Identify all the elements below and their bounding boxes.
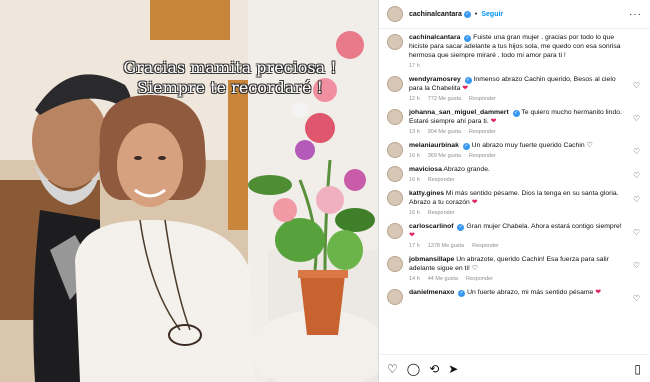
comment-username[interactable]: johanna_san_miguel_dammert — [409, 109, 509, 116]
reply-button[interactable]: Responder — [428, 210, 455, 216]
avatar[interactable] — [387, 76, 403, 92]
avatar[interactable] — [387, 190, 403, 206]
verified-badge-icon: ✓ — [512, 110, 520, 117]
comment-username[interactable]: danielmenaxo — [409, 289, 454, 296]
instagram-post: Gracias mamita preciosa ! Siempre te rec… — [0, 0, 650, 382]
like-comment-icon[interactable]: ♡ — [633, 147, 640, 156]
verified-badge-icon: ✓ — [464, 77, 472, 84]
comment-likes[interactable]: 904 Me gusta — [428, 129, 461, 135]
caption-item: cachinalcantara ✓ Fuiste una gran mujer … — [379, 29, 649, 71]
heart-emoji-icon: ❤ — [409, 232, 415, 239]
more-options-icon[interactable]: ··· — [629, 9, 642, 20]
heart-emoji-icon: ❤ — [462, 85, 468, 92]
heart-emoji-icon: ❤ — [471, 199, 478, 206]
comment-likes[interactable]: 369 Me gusta — [428, 153, 461, 159]
post-header: cachinalcantara ✓ • Seguir ··· — [379, 0, 650, 29]
comment-time: 14 h — [409, 276, 420, 282]
post-side-panel: cachinalcantara ✓ • Seguir ··· cachinalc… — [378, 0, 650, 382]
list-item: carloscarlinof ✓ Gran mujer Chabela. Aho… — [379, 218, 649, 251]
list-item: maviciosa Abrazo grande. 16 h Responder ♡ — [379, 161, 649, 185]
list-item: wendyramosrey ✓ Inmenso abrazo Cachin qu… — [379, 71, 649, 104]
comments-list[interactable]: cachinalcantara ✓ Fuiste una gran mujer … — [379, 29, 649, 351]
action-bar: ♡ ◯ ⟲ ➤ ▯ — [379, 354, 649, 382]
post-photo[interactable]: Gracias mamita preciosa ! Siempre te rec… — [0, 0, 378, 382]
verified-badge-icon: ✓ — [457, 224, 465, 231]
comment-username[interactable]: wendyramosrey — [409, 76, 461, 83]
heart-emoji-icon: ♡ — [471, 265, 478, 272]
comment-username[interactable]: jobmansillape — [409, 256, 454, 263]
list-item: johanna_san_miguel_dammert ✓ Te quiero m… — [379, 104, 649, 137]
comment-text: Un abrazo muy fuerte querido Cachin — [471, 142, 585, 149]
author-username[interactable]: cachinalcantara — [409, 11, 462, 18]
reply-button[interactable]: Responder — [472, 243, 499, 249]
verified-badge-icon: ✓ — [463, 10, 471, 18]
separator-dot: • — [474, 10, 478, 18]
list-item: melaniaurbinak ✓ Un abrazo muy fuerte qu… — [379, 137, 649, 161]
comment-text: Abrazo grande. — [443, 166, 490, 173]
verified-badge-icon: ✓ — [464, 35, 472, 42]
photo-caption-overlay: Gracias mamita preciosa ! Siempre te rec… — [96, 58, 364, 98]
like-comment-icon[interactable]: ♡ — [633, 114, 640, 123]
like-comment-icon[interactable]: ♡ — [633, 195, 640, 204]
comment-username[interactable]: maviciosa — [409, 166, 442, 173]
comment-icon[interactable]: ◯ — [407, 362, 420, 376]
verified-badge-icon: ✓ — [462, 143, 470, 150]
like-comment-icon[interactable]: ♡ — [633, 294, 640, 303]
list-item: jobmansillape Un abrazote, querido Cachi… — [379, 251, 649, 284]
avatar[interactable] — [387, 109, 403, 125]
like-comment-icon[interactable]: ♡ — [633, 171, 640, 180]
avatar[interactable] — [387, 166, 403, 182]
avatar[interactable] — [387, 289, 403, 305]
avatar[interactable] — [387, 256, 403, 272]
bookmark-icon[interactable]: ▯ — [634, 362, 641, 376]
list-item: danielmenaxo ✓ Un fuerte abrazo, mi más … — [379, 284, 649, 305]
comment-likes[interactable]: 772 Me gusta — [428, 96, 461, 102]
avatar[interactable] — [387, 34, 403, 50]
heart-emoji-icon: ❤ — [490, 118, 497, 125]
comment-time: 16 h — [409, 153, 420, 159]
comment-likes[interactable]: 44 Me gusta — [428, 276, 458, 282]
heart-emoji-icon: ♡ — [586, 142, 593, 149]
reply-button[interactable]: Responder — [428, 177, 455, 183]
reply-button[interactable]: Responder — [469, 96, 496, 102]
author-avatar[interactable] — [387, 6, 403, 22]
repost-icon[interactable]: ⟲ — [429, 362, 439, 376]
comment-time: 13 h — [409, 129, 420, 135]
comment-likes[interactable]: 1378 Me gusta — [428, 243, 464, 249]
like-comment-icon[interactable]: ♡ — [633, 261, 640, 270]
heart-icon[interactable]: ♡ — [387, 362, 398, 376]
reply-button[interactable]: Responder — [469, 153, 496, 159]
comment-text: Un fuerte abrazo, mi más sentido pésame — [467, 289, 594, 296]
comment-time: 16 h — [409, 177, 420, 183]
comment-time: 12 h — [409, 96, 420, 102]
follow-button[interactable]: Seguir — [481, 11, 503, 18]
share-icon[interactable]: ➤ — [448, 362, 458, 376]
like-comment-icon[interactable]: ♡ — [633, 81, 640, 90]
overlay-line-2: Siempre te recordaré ! — [137, 78, 323, 97]
list-item: katty.gines Mi más sentido pésame. Dios … — [379, 185, 649, 218]
avatar[interactable] — [387, 142, 403, 158]
comment-time: 16 h — [409, 210, 420, 216]
comment-text: Gran mujer Chabela. Ahora estará contigo… — [466, 223, 622, 230]
heart-emoji-icon: ❤ — [595, 289, 601, 296]
avatar[interactable] — [387, 223, 403, 239]
comment-username[interactable]: cachinalcantara — [409, 34, 460, 41]
like-comment-icon[interactable]: ♡ — [633, 228, 640, 237]
comment-username[interactable]: carloscarlinof — [409, 223, 454, 230]
reply-button[interactable]: Responder — [466, 276, 493, 282]
overlay-line-1: Gracias mamita preciosa ! — [123, 58, 337, 77]
comment-time: 17 h — [409, 243, 420, 249]
comment-time: 17 h — [409, 63, 420, 69]
comment-username[interactable]: katty.gines — [409, 190, 444, 197]
comment-username[interactable]: melaniaurbinak — [409, 142, 459, 149]
verified-badge-icon: ✓ — [458, 290, 466, 297]
reply-button[interactable]: Responder — [469, 129, 496, 135]
